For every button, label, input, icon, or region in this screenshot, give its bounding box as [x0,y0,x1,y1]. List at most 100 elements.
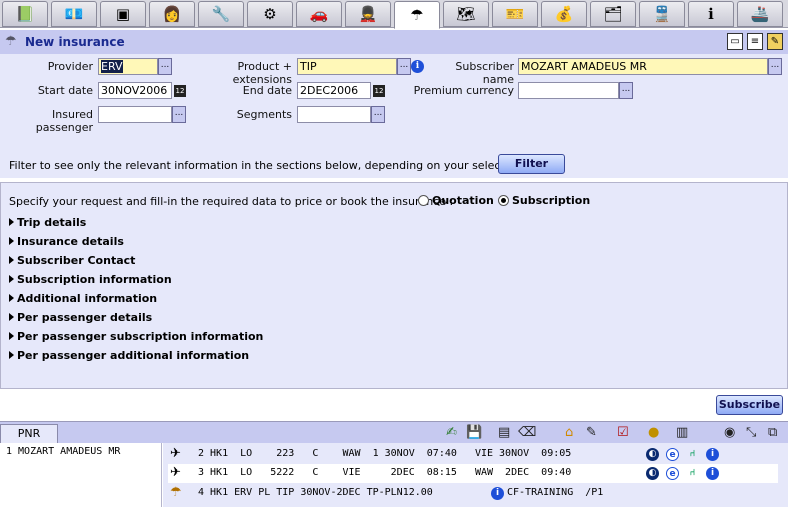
home-up-icon[interactable]: ⌂ [565,424,573,442]
quotation-label[interactable]: Quotation [432,194,494,207]
tab-money-bag[interactable]: 💰 [541,1,587,27]
e-ticket-icon[interactable]: e [666,448,679,461]
quotation-radio[interactable] [418,195,429,206]
globe-icon[interactable]: ◐ [646,467,659,480]
document-icon[interactable]: ▤ [498,424,510,442]
filter-button[interactable]: Filter [498,154,565,174]
product-lookup-button[interactable]: ... [397,58,411,75]
money-bag-icon: 💰 [554,4,574,23]
provider-lookup-button[interactable]: ... [158,58,172,75]
end-date-label: End date [242,84,292,97]
end-calendar-icon[interactable]: 12 [373,85,385,97]
signature-icon[interactable]: ✍ [446,424,457,442]
subscribe-button[interactable]: Subscribe [716,395,783,415]
external-window-icon[interactable]: ⧉ [768,424,777,442]
tab-terminal[interactable]: ▣ [100,1,146,27]
save-icon[interactable]: 💾 [466,424,482,442]
pnr-toolbar: PNR ✍ 💾 ▤ ⌫ ⌂ ✎ ☑ ● ▥ ◉ ⤡ ⧉ [0,421,788,443]
segments-lookup-button[interactable]: ... [371,106,385,123]
section-label: Subscriber Contact [17,254,136,267]
subscriber-lookup-button[interactable]: ... [768,58,782,75]
map-icon: 🗺 [456,4,476,23]
tab-book[interactable]: 📗 [2,1,48,27]
umbrella-icon: ☂ [5,34,17,49]
tab-car[interactable]: 🚗 [296,1,342,27]
segments-field[interactable] [297,106,371,123]
section-label: Per passenger details [17,311,153,324]
tab-rail[interactable]: 🚆 [639,1,685,27]
subscription-radio[interactable] [498,195,509,206]
new-document-icon[interactable]: ▭ [727,33,743,50]
car-icon: 🚗 [309,4,329,23]
section-per-passenger-subscription-information[interactable]: Per passenger subscription information [9,330,263,343]
start-date-label: Start date [37,84,93,97]
end-date-field[interactable]: 2DEC2006 [297,82,371,99]
section-trip-details[interactable]: Trip details [9,216,86,229]
umbrella-icon: ☂ [410,5,424,24]
eye-icon[interactable]: ◉ [724,424,735,442]
seat-icon[interactable]: ⑁ [686,448,699,461]
section-per-passenger-additional-information[interactable]: Per passenger additional information [9,349,249,362]
subscriber-label: Subscriber name [455,60,514,86]
tab-tools[interactable]: 🔧 [198,1,244,27]
product-field[interactable]: TIP [297,58,397,75]
section-subscriber-contact[interactable]: Subscriber Contact [9,254,135,267]
segments-label: Segments [236,108,292,121]
section-label: Subscription information [17,273,172,286]
insurance-info-icon[interactable]: i [491,487,504,500]
settings-icon: ⚙ [263,4,277,23]
expand-arrow-icon [9,294,14,302]
books-icon[interactable]: ▥ [676,424,688,442]
pnr-tab[interactable]: PNR [0,424,58,443]
checklist-icon[interactable]: ☑ [617,424,629,442]
tab-hotel-porter[interactable]: 💂 [345,1,391,27]
coin-icon[interactable]: ● [648,424,659,442]
start-date-field[interactable]: 30NOV2006 [98,82,172,99]
product-label: Product + extensions [232,60,292,86]
pnr-passenger-name[interactable]: 1 MOZART AMADEUS MR [6,446,120,457]
globe-icon[interactable]: ◐ [646,448,659,461]
seat-icon[interactable]: ⑁ [686,467,699,480]
money-icon: 💶 [64,4,84,23]
currency-lookup-button[interactable]: ... [619,82,633,99]
tab-umbrella[interactable]: ☂ [394,1,440,29]
document-icon: 🗂 [603,4,623,23]
tab-ticket[interactable]: 🎫 [492,1,538,27]
tab-map[interactable]: 🗺 [443,1,489,27]
pnr-segment-row[interactable]: ✈ 3 HK1 LO 5222 C VIE 2DEC 08:15 WAW 2DE… [168,464,778,483]
page-title: New insurance [25,35,125,49]
e-ticket-icon[interactable]: e [666,467,679,480]
tab-agent[interactable]: 👩 [149,1,195,27]
list-document-icon[interactable]: ≡ [747,33,763,50]
segment-info-icon[interactable]: i [706,448,719,461]
subscriber-field[interactable]: MOZART AMADEUS MR [518,58,768,75]
premium-currency-field[interactable] [518,82,619,99]
insured-passenger-field[interactable] [98,106,172,123]
edit-icon[interactable]: ✎ [586,424,597,442]
tab-info[interactable]: ℹ [688,1,734,27]
tab-money[interactable]: 💶 [51,1,97,27]
segment-info-icon[interactable]: i [706,467,719,480]
product-info-icon[interactable]: i [411,60,424,73]
expand-arrow-icon [9,218,14,226]
section-per-passenger-details[interactable]: Per passenger details [9,311,152,324]
provider-value: ERV [101,60,123,73]
section-additional-information[interactable]: Additional information [9,292,157,305]
tab-cruise[interactable]: 🚢 [737,1,783,27]
section-label: Trip details [17,216,87,229]
cruise-icon: 🚢 [750,4,770,23]
subscription-label[interactable]: Subscription [512,194,590,207]
tab-settings[interactable]: ⚙ [247,1,293,27]
broom-icon[interactable]: ✎ [767,33,783,50]
pnr-segment-row[interactable]: ✈ 2 HK1 LO 223 C WAW 1 30NOV 07:40 VIE 3… [168,445,778,464]
section-insurance-details[interactable]: Insurance details [9,235,124,248]
tab-document[interactable]: 🗂 [590,1,636,27]
eraser-icon[interactable]: ⌫ [518,424,536,442]
pnr-segment-row[interactable]: ☂ 4 HK1 ERV PL TIP 30NOV-2DEC TP-PLN12.0… [168,484,778,503]
provider-field[interactable]: ERV [98,58,158,75]
request-description: Specify your request and fill-in the req… [9,195,454,208]
section-subscription-information[interactable]: Subscription information [9,273,172,286]
top-toolbar: 📗 💶 ▣ 👩 🔧 ⚙ 🚗 💂 ☂ 🗺 🎫 💰 🗂 🚆 ℹ 🚢 [0,0,788,29]
resize-icon[interactable]: ⤡ [746,424,756,442]
book-icon: 📗 [15,4,35,23]
